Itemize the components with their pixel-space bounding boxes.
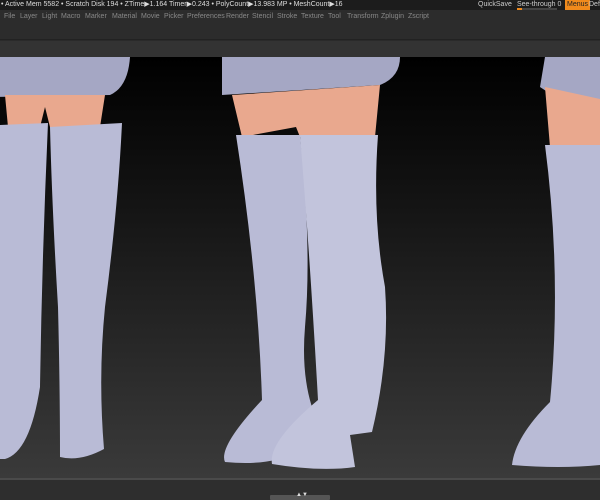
menu-stencil[interactable]: Stencil	[252, 13, 273, 20]
menu-transform[interactable]: Transform	[347, 13, 379, 20]
menu-render[interactable]: Render	[226, 13, 249, 20]
collapse-arrows-icon: ▲▼	[296, 492, 308, 498]
boots-model-render	[0, 57, 600, 469]
menu-zplugin[interactable]: Zplugin	[381, 13, 404, 20]
bottom-shelf-toggle[interactable]: ▲▼	[270, 492, 330, 500]
menu-picker[interactable]: Picker	[164, 13, 183, 20]
menu-marker[interactable]: Marker	[85, 13, 107, 20]
boot-left-1	[0, 123, 48, 459]
menu-macro[interactable]: Macro	[61, 13, 80, 20]
quicksave-button[interactable]: QuickSave	[478, 0, 512, 10]
menu-texture[interactable]: Texture	[301, 13, 324, 20]
boot-left-2	[50, 123, 122, 459]
top-shelf	[0, 41, 600, 57]
menu-tool[interactable]: Tool	[328, 13, 341, 20]
boot-right	[512, 145, 600, 467]
bottom-bar: ▲▼	[0, 478, 600, 500]
menu-light[interactable]: Light	[42, 13, 57, 20]
status-text: • Active Mem 5582 • Scratch Disk 194 • Z…	[1, 1, 343, 8]
sweater-left	[0, 57, 130, 97]
skin-left	[5, 95, 105, 127]
menu-file[interactable]: File	[4, 13, 15, 20]
menu-layer[interactable]: Layer	[20, 13, 38, 20]
menu-preferences[interactable]: Preferences	[187, 13, 225, 20]
menu-stroke[interactable]: Stroke	[277, 13, 297, 20]
status-bar: • Active Mem 5582 • Scratch Disk 194 • Z…	[0, 0, 600, 10]
menu-bar: File Layer Light Macro Marker Material M…	[0, 10, 600, 40]
menu-movie[interactable]: Movie	[141, 13, 160, 20]
menus-button[interactable]: Menus	[565, 0, 591, 10]
3d-viewport[interactable]	[0, 57, 600, 478]
default-button[interactable]: Defa	[589, 0, 600, 10]
menu-material[interactable]: Material	[112, 13, 137, 20]
menu-zscript[interactable]: Zscript	[408, 13, 429, 20]
